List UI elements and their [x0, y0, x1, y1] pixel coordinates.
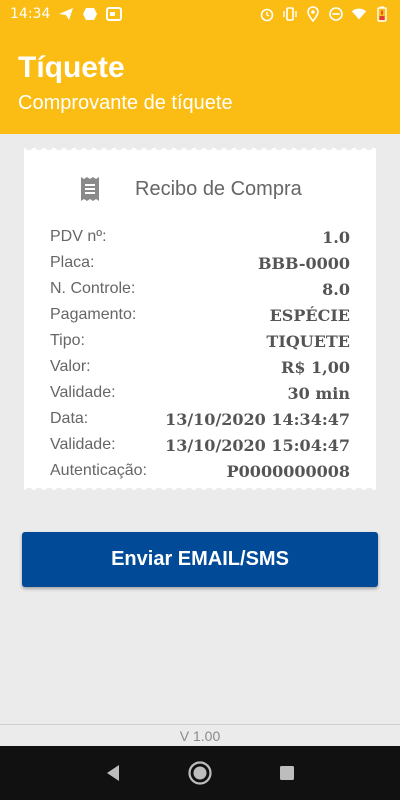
row-value: TIQUETE	[266, 331, 350, 351]
receipt-row-pagamento: Pagamento: ESPÉCIE	[50, 302, 350, 328]
receipt-header: Recibo de Compra	[79, 176, 302, 202]
send-icon	[58, 6, 74, 22]
home-icon[interactable]	[186, 759, 214, 787]
row-value: 1.0	[322, 227, 350, 247]
back-icon[interactable]	[99, 759, 127, 787]
page-subtitle: Comprovante de tíquete	[18, 92, 233, 114]
receipt-title: Recibo de Compra	[135, 177, 302, 200]
receipt-row-autenticacao: Autenticação: P0000000008	[50, 458, 350, 484]
row-label: Pagamento:	[50, 306, 137, 323]
footer-divider	[0, 724, 400, 725]
row-label: Data:	[50, 410, 89, 427]
receipt-row-validade-data: Validade: 13/10/2020 15:04:47	[50, 432, 350, 458]
hexagon-icon	[82, 6, 98, 22]
receipt-row-tipo: Tipo: TIQUETE	[50, 328, 350, 354]
receipt-row-placa: Placa: BBB-0000	[50, 250, 350, 276]
row-value: ESPÉCIE	[269, 305, 350, 325]
receipt-icon	[81, 177, 99, 201]
alarm-icon	[259, 6, 275, 22]
row-value: BBB-0000	[257, 253, 350, 273]
row-label: Valor:	[50, 358, 91, 375]
recents-icon[interactable]	[273, 759, 301, 787]
row-label: PDV nº:	[50, 228, 107, 245]
row-label: Placa:	[50, 254, 95, 271]
version-label: V 1.00	[179, 728, 221, 744]
system-nav-bar	[0, 746, 400, 800]
receipt-card: Recibo de Compra PDV nº: 1.0 Placa: BBB-…	[24, 146, 376, 492]
row-value: P0000000008	[226, 461, 350, 481]
status-bar: 14:34	[0, 0, 400, 28]
row-value: 13/10/2020 15:04:47	[165, 435, 350, 455]
receipt-rows: PDV nº: 1.0 Placa: BBB-0000 N. Controle:…	[50, 224, 350, 484]
row-value: 30 min	[287, 383, 350, 403]
app-header: Tíquete Comprovante de tíquete	[0, 28, 400, 134]
row-value: 8.0	[322, 279, 350, 299]
location-icon	[305, 6, 321, 22]
row-label: N. Controle:	[50, 280, 136, 297]
row-label: Autenticação:	[50, 462, 147, 479]
dnd-icon	[328, 6, 344, 22]
receipt-top-edge	[24, 146, 376, 154]
card-icon	[106, 6, 123, 22]
row-label: Validade:	[50, 436, 116, 453]
row-label: Validade:	[50, 384, 116, 401]
row-label: Tipo:	[50, 332, 85, 349]
receipt-row-validade-min: Validade: 30 min	[50, 380, 350, 406]
receipt-row-controle: N. Controle: 8.0	[50, 276, 350, 302]
status-time: 14:34	[10, 6, 51, 22]
row-value: R$ 1,00	[281, 357, 350, 377]
battery-icon	[374, 6, 390, 22]
receipt-row-pdv: PDV nº: 1.0	[50, 224, 350, 250]
wifi-icon	[351, 6, 367, 22]
send-email-sms-button[interactable]: Enviar EMAIL/SMS	[22, 532, 378, 587]
vibrate-icon	[282, 6, 298, 22]
receipt-row-valor: Valor: R$ 1,00	[50, 354, 350, 380]
receipt-row-data: Data: 13/10/2020 14:34:47	[50, 406, 350, 432]
row-value: 13/10/2020 14:34:47	[165, 409, 350, 429]
page-title: Tíquete	[18, 51, 125, 84]
receipt-bottom-edge	[24, 484, 376, 492]
